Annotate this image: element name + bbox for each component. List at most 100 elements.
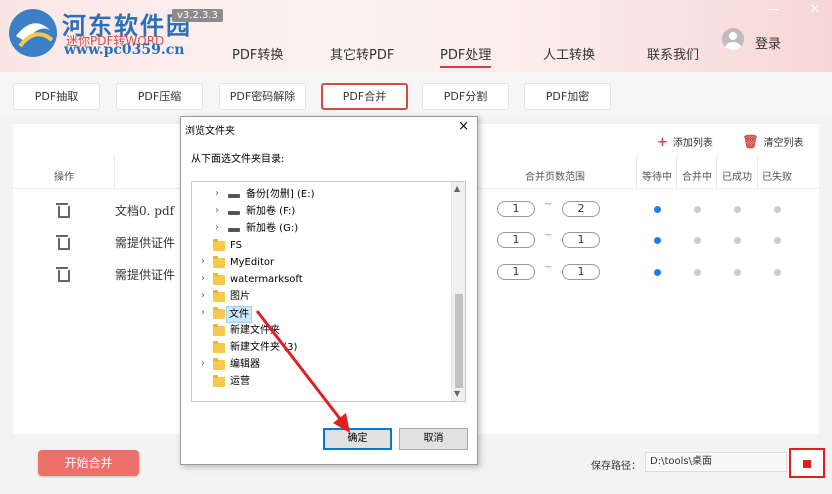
dialog-instruction: 从下面选文件夹目录: xyxy=(191,154,285,165)
tree-item-selected[interactable]: › 文件 xyxy=(192,306,452,323)
delete-row-icon[interactable] xyxy=(56,266,70,282)
tree-item[interactable]: › 编辑器 xyxy=(192,357,452,374)
subtab-bar: PDF抽取 PDF压缩 PDF密码解除 PDF合并 PDF分割 PDF加密 xyxy=(0,72,832,116)
add-list-label: 添加列表 xyxy=(672,138,713,149)
subtab-pdf-extract[interactable]: PDF抽取 xyxy=(13,83,100,110)
chevron-right-icon[interactable]: › xyxy=(215,205,219,216)
clear-list-button[interactable]: 🗑 清空列表 xyxy=(742,134,804,150)
folder-icon xyxy=(213,290,225,302)
range-separator: ~ xyxy=(544,199,553,210)
clear-list-label: 清空列表 xyxy=(763,138,804,149)
save-path-field[interactable]: D:\tools\桌面 xyxy=(645,452,787,472)
tree-item[interactable]: › 备份[勿删] (E:) xyxy=(192,187,452,204)
tree-item[interactable]: › 图片 xyxy=(192,289,452,306)
chevron-right-icon[interactable]: › xyxy=(201,307,205,318)
col-header-waiting: 等待中 xyxy=(642,172,672,183)
folder-browse-icon xyxy=(803,460,811,468)
range-from-input[interactable]: 1 xyxy=(497,264,535,280)
range-from-input[interactable]: 1 xyxy=(497,232,535,248)
subtab-pdf-split[interactable]: PDF分割 xyxy=(422,83,509,110)
tree-item-label: 文件 xyxy=(226,306,252,323)
add-list-button[interactable]: + 添加列表 xyxy=(657,134,713,150)
delete-row-icon[interactable] xyxy=(56,234,70,250)
start-merge-button[interactable]: 开始合并 xyxy=(38,450,139,476)
status-failed-dot xyxy=(774,237,781,244)
browse-folder-dialog: 浏览文件夹 × 从下面选文件夹目录: › 备份[勿删] (E:) › 新加卷 (… xyxy=(180,116,478,465)
tree-item[interactable]: 新建文件夹 (3) xyxy=(192,340,452,357)
app-header: 河东软件园 迷你PDF转WORD www.pc0359.cn v3.2.3.3 … xyxy=(0,0,832,72)
status-failed-dot xyxy=(774,269,781,276)
status-merging-dot xyxy=(694,269,701,276)
chevron-right-icon[interactable]: › xyxy=(201,256,205,267)
dialog-close-icon[interactable]: × xyxy=(458,119,469,134)
subtab-pdf-compress[interactable]: PDF压缩 xyxy=(116,83,203,110)
nav-tab-contact[interactable]: 联系我们 xyxy=(647,44,699,63)
watermark-url: www.pc0359.cn xyxy=(64,42,185,58)
chevron-right-icon[interactable]: › xyxy=(201,290,205,301)
dialog-title: 浏览文件夹 xyxy=(185,126,235,137)
folder-icon xyxy=(213,358,225,370)
col-divider xyxy=(676,154,677,188)
login-link[interactable]: 登录 xyxy=(755,33,781,52)
tree-item-label: FS xyxy=(230,240,242,251)
nav-tab-manual-convert[interactable]: 人工转换 xyxy=(543,44,595,63)
ok-button[interactable]: 确定 xyxy=(323,428,392,450)
tree-item[interactable]: › 新加卷 (F:) xyxy=(192,204,452,221)
cancel-button[interactable]: 取消 xyxy=(399,428,468,450)
tree-item-label: 备份[勿删] (E:) xyxy=(246,189,315,200)
chevron-right-icon[interactable]: › xyxy=(201,358,205,369)
drive-icon xyxy=(228,211,240,215)
tree-item[interactable]: 新建文件夹 xyxy=(192,323,452,340)
folder-tree[interactable]: › 备份[勿删] (E:) › 新加卷 (F:) › 新加卷 (G:) FS ›… xyxy=(191,181,466,402)
col-header-success: 已成功 xyxy=(722,172,752,183)
range-to-input[interactable]: 2 xyxy=(562,201,600,217)
tree-item[interactable]: › MyEditor xyxy=(192,255,452,272)
delete-row-icon[interactable] xyxy=(56,202,70,218)
status-merging-dot xyxy=(694,237,701,244)
status-success-dot xyxy=(734,237,741,244)
nav-tab-pdf-convert[interactable]: PDF转换 xyxy=(232,44,283,63)
tree-item[interactable]: 运营 xyxy=(192,374,452,391)
range-from-input[interactable]: 1 xyxy=(497,201,535,217)
tree-item[interactable]: FS xyxy=(192,238,452,255)
tree-item[interactable]: › 新加卷 (G:) xyxy=(192,221,452,238)
scroll-up-icon[interactable]: ▲ xyxy=(454,184,460,193)
tree-item-label: 运营 xyxy=(230,376,250,387)
status-success-dot xyxy=(734,269,741,276)
status-merging-dot xyxy=(694,206,701,213)
scroll-down-icon[interactable]: ▼ xyxy=(454,389,460,398)
range-to-input[interactable]: 1 xyxy=(562,264,600,280)
range-to-input[interactable]: 1 xyxy=(562,232,600,248)
avatar-icon[interactable] xyxy=(722,28,744,50)
nav-tab-other-to-pdf[interactable]: 其它转PDF xyxy=(330,44,394,63)
scroll-thumb[interactable] xyxy=(455,294,463,388)
browse-folder-button[interactable] xyxy=(789,448,825,478)
subtab-pdf-encrypt[interactable]: PDF加密 xyxy=(524,83,611,110)
chevron-right-icon[interactable]: › xyxy=(215,222,219,233)
chevron-right-icon[interactable]: › xyxy=(215,188,219,199)
status-waiting-dot xyxy=(654,269,661,276)
folder-icon xyxy=(213,324,225,336)
file-name: 需提供证件 xyxy=(115,236,176,250)
subtab-pdf-unlock[interactable]: PDF密码解除 xyxy=(219,83,306,110)
folder-icon xyxy=(213,239,225,251)
minimize-icon[interactable]: — xyxy=(764,2,782,18)
plus-icon: + xyxy=(657,135,668,150)
status-failed-dot xyxy=(774,206,781,213)
tree-item[interactable]: › watermarksoft xyxy=(192,272,452,289)
close-icon[interactable]: ✕ xyxy=(806,2,824,18)
trash-icon: 🗑 xyxy=(742,135,759,150)
nav-tab-pdf-process[interactable]: PDF处理 xyxy=(440,44,492,68)
subtab-pdf-merge[interactable]: PDF合并 xyxy=(321,83,408,110)
tree-item-label: 图片 xyxy=(230,291,250,302)
status-success-dot xyxy=(734,206,741,213)
file-name: 需提供证件 xyxy=(115,268,176,282)
col-header-op: 操作 xyxy=(54,172,74,183)
status-waiting-dot xyxy=(654,206,661,213)
tree-item-label: 编辑器 xyxy=(230,359,260,370)
version-badge: v3.2.3.3 xyxy=(172,9,223,22)
tree-scrollbar[interactable]: ▲ ▼ xyxy=(451,182,465,401)
drive-icon xyxy=(228,194,240,198)
chevron-right-icon[interactable]: › xyxy=(201,273,205,284)
folder-icon xyxy=(213,375,225,387)
